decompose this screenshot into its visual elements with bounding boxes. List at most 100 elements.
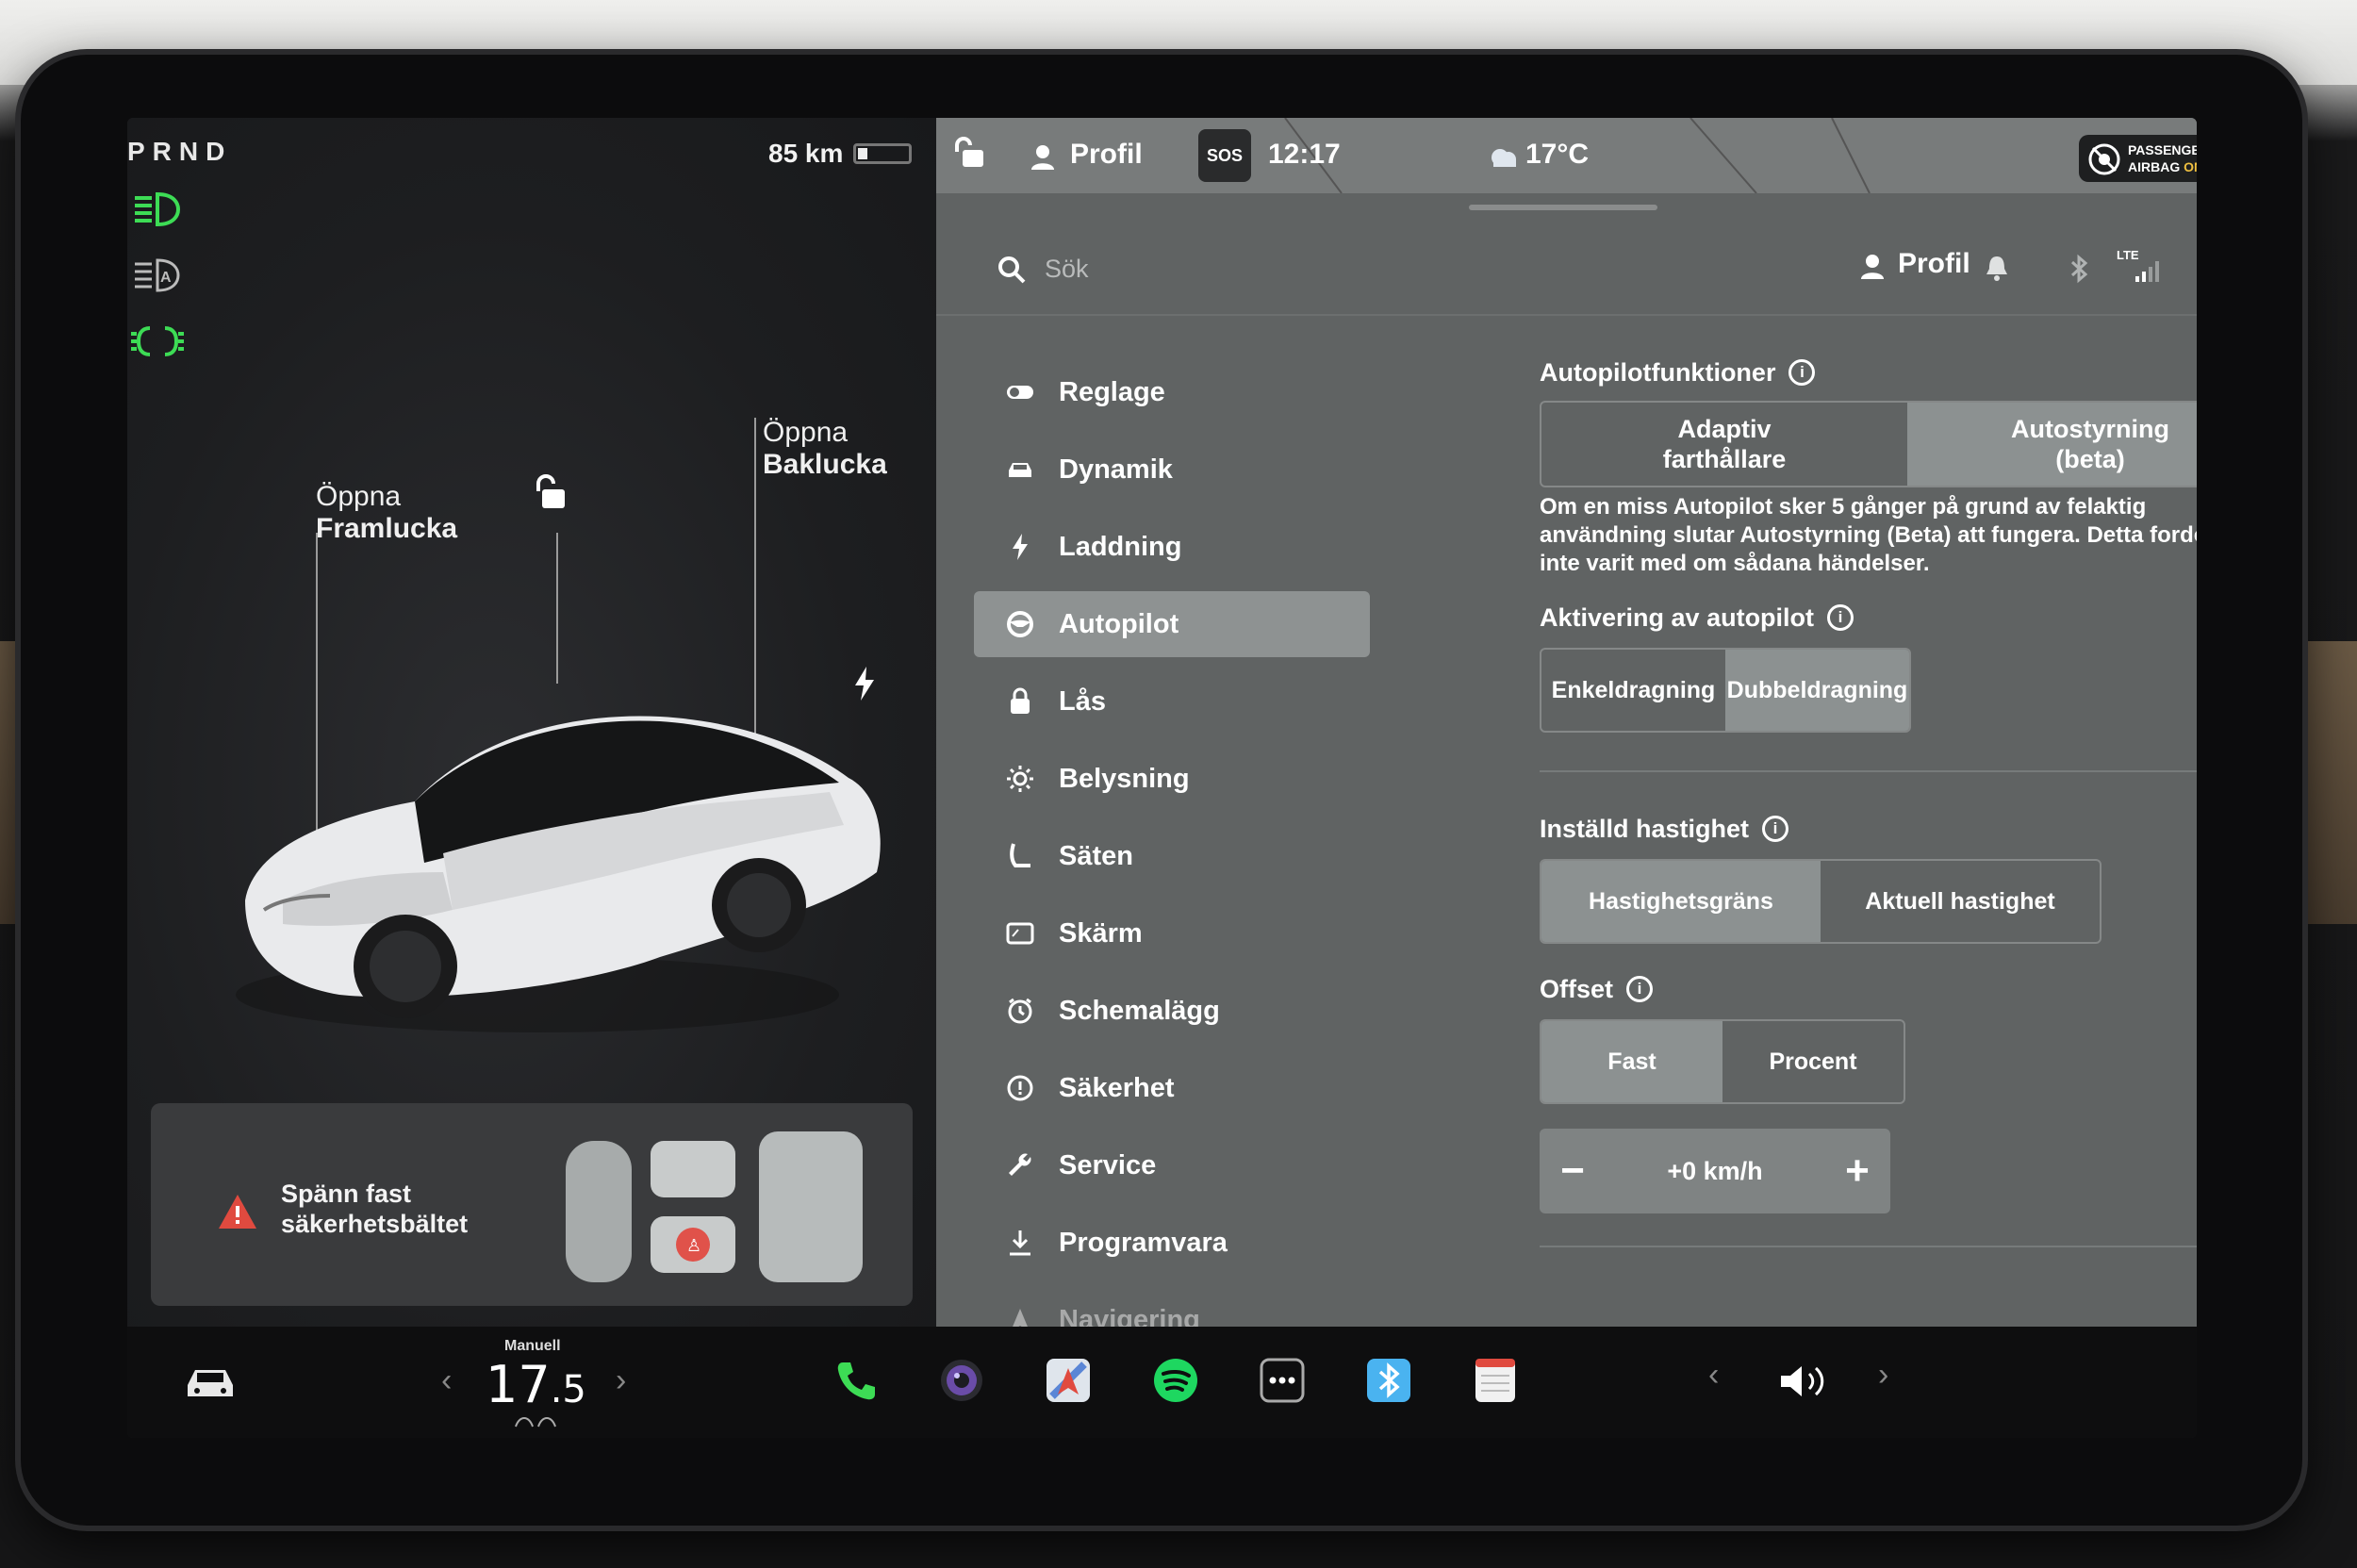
airbag-status: AIRBAG ON [2128,159,2197,174]
temp-down-chevron-icon[interactable]: ‹ [441,1362,452,1399]
menu-item-las[interactable]: Lås [974,663,1370,740]
sos-button[interactable]: SOS [1198,129,1251,182]
menu-label: Programvara [1059,1227,1228,1258]
settings-panel: Profil SOS 12:17 17°C PASSENGER AIRBAG O… [936,118,2197,1335]
open-frunk-button[interactable]: Öppna Framlucka [316,481,457,545]
menu-item-dynamik[interactable]: Dynamik [974,431,1370,508]
menu-item-laddning[interactable]: Laddning [974,508,1370,586]
seatbelt-alert-card[interactable]: Spänn fast säkerhetsbältet ♙ [151,1103,913,1306]
menu-label: Säkerhet [1059,1072,1175,1103]
volume-up-chevron-icon[interactable]: › [1878,1357,1888,1394]
climate-mode-label: Manuell [504,1338,561,1354]
bluetooth-icon[interactable] [1363,1355,1414,1406]
info-icon[interactable]: i [1827,604,1854,631]
menu-label: Laddning [1059,531,1182,562]
profile-icon [1861,255,1884,279]
car-icon[interactable] [184,1362,237,1402]
option-double-pull[interactable]: Dubbeldragning [1725,650,1909,731]
weather-cloud-icon [1492,149,1516,167]
option-single-pull[interactable]: Enkeldragning [1541,650,1725,731]
menu-item-autopilot[interactable]: Autopilot [974,591,1370,657]
open-trunk-button[interactable]: Öppna Baklucka [763,417,887,481]
option-adaptive-cruise[interactable]: Adaptiv farthållare [1541,403,1907,486]
download-icon [1004,1227,1036,1259]
phone-icon[interactable] [830,1355,881,1406]
passenger-airbag-indicator: PASSENGER AIRBAG ON [2079,135,2197,182]
parking-lights-icon [129,321,186,362]
bell-icon[interactable] [1985,254,2009,282]
headlights-on-icon [129,189,186,230]
menu-item-schemalagg[interactable]: Schemalägg [974,972,1370,1049]
drag-handle[interactable] [1469,205,1657,210]
volume-icon[interactable] [1777,1362,1830,1400]
more-apps-icon[interactable] [1257,1355,1308,1406]
auto-high-beam-icon: A [129,255,186,296]
option-line: Adaptiv [1677,415,1772,443]
notes-icon[interactable] [1470,1355,1521,1406]
profile-button[interactable]: Profil [1070,139,1143,171]
set-speed-selector: Hastighetsgräns Aktuell hastighet [1540,859,2102,944]
navigation-icon[interactable] [1043,1355,1094,1406]
toggle-icon [1004,376,1036,408]
signal-icon [2135,261,2159,282]
info-icon[interactable]: i [1626,976,1654,1002]
search-input[interactable] [1045,248,1422,289]
info-icon[interactable]: i [1762,816,1789,842]
menu-item-saten[interactable]: Säten [974,817,1370,895]
cabin-temperature[interactable]: 17.5 [486,1355,586,1414]
menu-item-belysning[interactable]: Belysning [974,740,1370,817]
menu-item-reglage[interactable]: Reglage [974,354,1370,431]
section-divider [1540,1246,2197,1247]
bluetooth-icon[interactable] [2069,254,2090,284]
camera-icon[interactable] [936,1355,987,1406]
frunk-label: Framlucka [316,513,458,544]
increase-button[interactable]: + [1824,1147,1890,1195]
seat-occupancy-diagram: ♙ [566,1131,863,1282]
temp-integer: 17 [486,1355,551,1414]
autopilot-strike-description: Om en miss Autopilot sker 5 gånger på gr… [1540,494,2197,576]
menu-label: Service [1059,1149,1157,1180]
option-percent[interactable]: Procent [1722,1021,1904,1102]
touchscreen: PRND 85 km A Öppna Framlucka Öppna Baklu… [127,118,2197,1438]
section-divider [1540,770,2197,772]
car-3d-model [226,589,962,1061]
features-selector: Adaptiv farthållare Autostyrning (beta) [1540,401,2197,487]
spotify-icon[interactable] [1150,1355,1201,1406]
option-fixed[interactable]: Fast [1541,1021,1722,1102]
decrease-button[interactable]: − [1540,1147,1606,1195]
menu-label: Skärm [1059,917,1143,949]
menu-label: Belysning [1059,763,1190,794]
outside-temperature: 17°C [1525,139,1590,170]
option-speed-limit[interactable]: Hastighetsgräns [1541,861,1821,942]
activation-selector: Enkeldragning Dubbeldragning [1540,648,1911,733]
temp-up-chevron-icon[interactable]: › [616,1362,626,1399]
option-current-speed[interactable]: Aktuell hastighet [1821,861,2100,942]
profile-button[interactable]: Profil [1898,248,1970,280]
warning-triangle-icon [219,1195,256,1229]
volume-down-chevron-icon[interactable]: ‹ [1708,1357,1719,1394]
info-icon[interactable]: i [1788,359,1816,386]
activation-heading: Aktivering av autopilot i [1540,599,2190,636]
dash-trim-right [2300,641,2357,924]
clock: 12:17 [1268,139,1341,170]
defrost-icon [515,1417,556,1428]
menu-item-service[interactable]: Service [974,1127,1370,1204]
bolt-icon [1004,531,1036,563]
menu-label: Schemalägg [1059,995,1220,1026]
option-autosteer[interactable]: Autostyrning (beta) [1907,403,2197,486]
battery-icon [853,143,912,164]
car-unlock-icon[interactable] [533,474,570,517]
steering-wheel-icon [1004,608,1036,640]
menu-item-sakerhet[interactable]: Säkerhet [974,1049,1370,1127]
search-bar: Profil LTE [936,222,2197,316]
option-line: (beta) [2055,445,2125,473]
svg-text:♙: ♙ [686,1236,701,1256]
airbag-icon [2088,143,2120,175]
alert-line-2: säkerhetsbältet [281,1210,469,1238]
menu-item-programvara[interactable]: Programvara [974,1204,1370,1281]
trunk-label-open: Öppna [763,417,849,448]
unlock-icon[interactable] [953,137,985,175]
menu-item-skarm[interactable]: Skärm [974,895,1370,972]
search-icon [998,256,1026,284]
menu-label: Autopilot [1059,608,1179,639]
